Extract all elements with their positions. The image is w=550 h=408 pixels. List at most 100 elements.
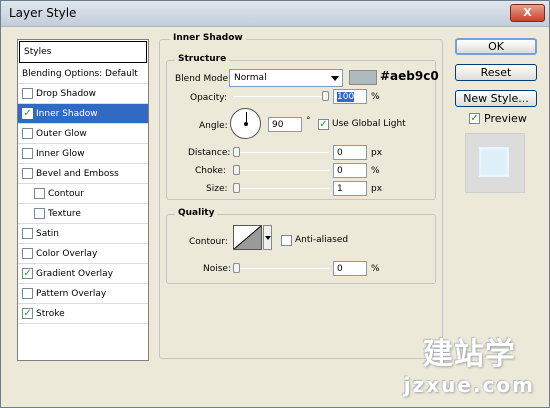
choke-input[interactable]: 0 [333,163,367,178]
styles-header[interactable]: Styles [19,41,147,63]
angle-unit: ° [306,116,311,126]
style-item-label: Satin [36,229,59,239]
style-item-label: Stroke [36,309,65,319]
size-input[interactable]: 1 [333,181,367,196]
new-style-button[interactable]: New Style... [455,90,537,107]
angle-input[interactable]: 90 [268,117,302,132]
structure-group: Structure Blend Mode: Normal #aeb9c0 Opa… [166,54,439,200]
blend-mode-label: Blend Mode: [175,74,232,84]
quality-group: Quality Contour: Anti-aliased Noise: 0 % [166,208,436,284]
noise-slider-thumb[interactable] [233,263,240,273]
preview-checkbox[interactable]: ✓ [469,113,480,124]
style-item-bevel-and-emboss[interactable]: Bevel and Emboss [18,164,148,184]
use-global-light-checkbox[interactable]: ✓ [318,119,329,130]
watermark-logo-text: 建站学 [422,337,516,372]
styles-list: Styles Blending Options: Default Drop Sha… [17,39,149,361]
noise-unit: % [371,264,380,274]
style-item-inner-glow[interactable]: Inner Glow [18,144,148,164]
color-hex-label: #aeb9c0 [380,69,439,83]
style-item-checkbox[interactable] [22,88,33,99]
contour-curve-icon [233,225,262,250]
choke-unit: % [371,166,380,176]
style-item-label: Color Overlay [36,249,98,259]
style-item-label: Bevel and Emboss [36,169,119,179]
style-item-label: Gradient Overlay [36,269,114,279]
style-item-checkbox[interactable]: ✓ [22,108,33,119]
choke-label: Choke: [195,166,226,176]
anti-aliased-label[interactable]: Anti-aliased [295,235,348,245]
inner-shadow-group: Inner Shadow Structure Blend Mode: Norma… [159,33,443,359]
style-item-checkbox[interactable]: ✓ [22,308,33,319]
style-item-label: Outer Glow [36,129,87,139]
angle-label: Angle: [199,121,228,131]
close-icon: X [523,6,532,19]
distance-slider[interactable] [233,147,329,157]
style-item-outer-glow[interactable]: Outer Glow [18,124,148,144]
style-item-gradient-overlay[interactable]: ✓ Gradient Overlay [18,264,148,284]
contour-dropdown-button[interactable] [263,225,272,250]
use-global-light-label[interactable]: Use Global Light [332,119,406,129]
style-item-label: Pattern Overlay [36,289,107,299]
layer-style-window: Layer Style X Styles Blending Options: D… [0,0,550,408]
style-item-color-overlay[interactable]: Color Overlay [18,244,148,264]
shadow-color-swatch[interactable] [349,70,377,85]
style-item-blending-options-default[interactable]: Blending Options: Default [18,64,148,84]
distance-label: Distance: [188,148,231,158]
title-bar[interactable]: Layer Style X [1,1,549,27]
size-unit: px [371,184,383,194]
anti-aliased-checkbox[interactable] [281,235,292,246]
style-item-checkbox[interactable] [22,248,33,259]
style-item-checkbox[interactable] [22,168,33,179]
checkmark-icon: ✓ [470,113,479,124]
style-item-checkbox[interactable] [34,188,45,199]
distance-unit: px [371,148,383,158]
opacity-slider-thumb[interactable] [322,91,329,101]
opacity-input[interactable]: 100 [333,89,367,104]
style-item-stroke[interactable]: ✓ Stroke [18,304,148,324]
preview-swatch [479,147,509,177]
preview-label[interactable]: Preview [484,112,527,125]
reset-button[interactable]: Reset [455,64,537,81]
opacity-slider[interactable] [233,91,329,101]
style-item-checkbox[interactable] [22,148,33,159]
distance-input[interactable]: 0 [333,145,367,160]
chevron-down-icon [265,236,271,240]
structure-title: Structure [175,54,230,64]
style-item-drop-shadow[interactable]: Drop Shadow [18,84,148,104]
checkmark-icon: ✓ [319,119,328,130]
style-item-checkbox[interactable] [34,208,45,219]
distance-slider-thumb[interactable] [233,147,240,157]
watermark-url: jzxue.com [403,373,535,397]
style-preview [465,133,525,193]
style-item-checkbox[interactable] [22,228,33,239]
style-item-checkbox[interactable]: ✓ [22,268,33,279]
style-item-inner-shadow[interactable]: ✓ Inner Shadow [18,104,148,124]
style-item-checkbox[interactable] [22,288,33,299]
inner-shadow-title: Inner Shadow [170,33,246,43]
contour-picker[interactable] [233,225,262,250]
quality-title: Quality [175,208,218,218]
style-item-label: Drop Shadow [36,89,97,99]
contour-label: Contour: [189,237,228,247]
angle-dial[interactable] [230,108,261,139]
style-item-contour[interactable]: Contour [18,184,148,204]
size-slider[interactable] [233,183,329,193]
style-item-satin[interactable]: Satin [18,224,148,244]
opacity-label: Opacity: [190,93,227,103]
chevron-down-icon [331,76,339,81]
style-item-pattern-overlay[interactable]: Pattern Overlay [18,284,148,304]
size-slider-thumb[interactable] [233,183,240,193]
blend-mode-select[interactable]: Normal [229,69,343,87]
choke-slider-thumb[interactable] [233,165,240,175]
noise-input[interactable]: 0 [333,261,367,276]
ok-button[interactable]: OK [455,38,537,55]
style-item-label: Texture [48,209,81,219]
style-item-label: Inner Shadow [36,109,98,119]
noise-slider[interactable] [233,263,329,273]
style-item-checkbox[interactable] [22,128,33,139]
noise-label: Noise: [203,264,231,274]
close-button[interactable]: X [510,4,545,22]
watermark: 建站学 jzxue.com [404,329,535,397]
style-item-texture[interactable]: Texture [18,204,148,224]
choke-slider[interactable] [233,165,329,175]
